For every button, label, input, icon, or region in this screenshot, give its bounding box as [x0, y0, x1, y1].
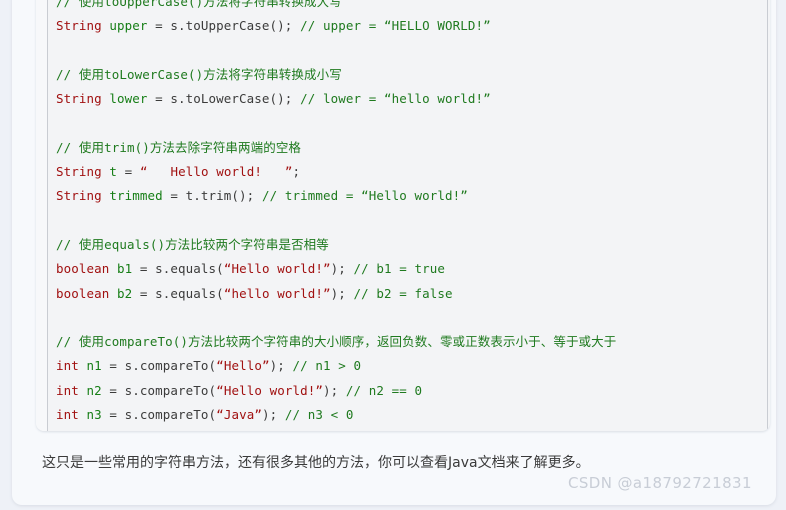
- code-token-name: upper: [109, 18, 148, 34]
- code-token-comment: // n3 < 0: [284, 407, 354, 423]
- code-token-name: n3: [86, 407, 102, 423]
- code-line: int n3 = s.compareTo(“Java”); // n3 < 0: [56, 403, 762, 427]
- code-token-plain: = s.compareTo(: [101, 358, 217, 374]
- code-line: // 使用trim()方法去除字符串两端的空格: [56, 136, 762, 160]
- code-token-comment: // 使用compareTo()方法比较两个字符串的大小顺序，返回负数、零或正数…: [56, 334, 617, 350]
- code-vertical-scrollbar[interactable]: [767, 0, 768, 431]
- code-token-plain: );: [330, 261, 354, 277]
- code-token-type: int: [56, 358, 79, 374]
- code-token-plain: = s.equals(: [132, 285, 224, 301]
- code-token-type: String: [56, 188, 102, 204]
- code-token-comment: // 使用toUpperCase()方法将字符串转换成大写: [56, 0, 342, 9]
- code-line: // 使用toUpperCase()方法将字符串转换成大写: [56, 0, 762, 14]
- article-card: // 使用toUpperCase()方法将字符串转换成大写 String uppe…: [12, 0, 776, 505]
- code-token-comment: // 使用toLowerCase()方法将字符串转换成小写: [56, 66, 342, 82]
- code-token-comment: // b2 = false: [353, 285, 453, 301]
- code-token-name: t: [109, 164, 118, 180]
- explanatory-paragraph: 这只是一些常用的字符串方法，还有很多其他的方法，你可以查看Java文档来了解更多…: [42, 455, 590, 471]
- code-line: // 使用compareTo()方法比较两个字符串的大小顺序，返回负数、零或正数…: [56, 330, 762, 354]
- csdn-watermark: CSDN @a18792721831: [568, 474, 752, 492]
- code-line: int n1 = s.compareTo(“Hello”); // n1 > 0: [56, 354, 762, 378]
- code-token-plain: = s.compareTo(: [101, 407, 217, 423]
- code-token-type: int: [56, 407, 79, 423]
- code-gutter: [36, 0, 47, 431]
- code-token-name: lower: [109, 91, 148, 107]
- code-block[interactable]: // 使用toUpperCase()方法将字符串转换成大写 String uppe…: [36, 0, 770, 431]
- code-token-string: “Java”: [216, 407, 262, 423]
- code-token-plain: = s.compareTo(: [101, 382, 217, 398]
- code-token-plain: );: [322, 382, 346, 398]
- code-line: // 使用toLowerCase()方法将字符串转换成小写: [56, 63, 762, 87]
- code-token-comment: // trimmed = “Hello world!”: [261, 188, 468, 204]
- code-token-plain: =: [117, 164, 140, 180]
- code-token-string: “Hello”: [216, 358, 270, 374]
- code-line: int n2 = s.compareTo(“Hello world!”); //…: [56, 379, 762, 403]
- code-token-comment: // 使用equals()方法比较两个字符串是否相等: [56, 236, 329, 252]
- code-gutter-divider: [47, 0, 48, 431]
- code-token-comment: // upper = “HELLO WORLD!”: [300, 18, 491, 34]
- code-token-name: b2: [117, 285, 133, 301]
- code-token-comment: // b1 = true: [353, 261, 445, 277]
- code-token-type: String: [56, 91, 102, 107]
- code-line: String upper = s.toUpperCase(); // upper…: [56, 14, 762, 38]
- code-token-name: trimmed: [109, 188, 163, 204]
- code-token-type: int: [56, 382, 79, 398]
- code-line: String trimmed = t.trim(); // trimmed = …: [56, 184, 762, 208]
- code-token-plain: = s.toUpperCase();: [147, 18, 301, 34]
- code-token-string: “Hello world!”: [216, 382, 323, 398]
- code-line: String t = “ Hello world! ”;: [56, 160, 762, 184]
- code-token-plain: );: [261, 407, 285, 423]
- code-token-plain: );: [330, 285, 354, 301]
- code-token-string: “ Hello world! ”: [139, 164, 293, 180]
- code-line: String lower = s.toLowerCase(); // lower…: [56, 87, 762, 111]
- code-token-name: n1: [86, 358, 102, 374]
- code-token-string: “hello world!”: [223, 285, 331, 301]
- code-token-plain: = t.trim();: [162, 188, 262, 204]
- code-token-string: “Hello world!”: [223, 261, 331, 277]
- page-root: // 使用toUpperCase()方法将字符串转换成大写 String uppe…: [0, 0, 786, 510]
- code-token-type: String: [56, 164, 102, 180]
- code-line: boolean b2 = s.equals(“hello world!”); /…: [56, 282, 762, 306]
- code-token-name: b1: [117, 261, 133, 277]
- code-line: boolean b1 = s.equals(“Hello world!”); /…: [56, 257, 762, 281]
- code-token-type: String: [56, 18, 102, 34]
- code-content[interactable]: // 使用toUpperCase()方法将字符串转换成大写 String uppe…: [56, 0, 762, 427]
- code-token-type: boolean: [56, 261, 110, 277]
- code-token-comment: // 使用trim()方法去除字符串两端的空格: [56, 139, 302, 155]
- code-token-plain: ;: [292, 164, 301, 180]
- code-token-comment: // lower = “hello world!”: [300, 91, 491, 107]
- code-token-comment: // n1 > 0: [292, 358, 362, 374]
- code-token-type: boolean: [56, 285, 110, 301]
- code-token-name: n2: [86, 382, 102, 398]
- code-token-comment: // n2 == 0: [345, 382, 423, 398]
- code-token-plain: = s.equals(: [132, 261, 224, 277]
- code-token-plain: );: [269, 358, 293, 374]
- code-line: // 使用equals()方法比较两个字符串是否相等: [56, 233, 762, 257]
- code-token-plain: = s.toLowerCase();: [147, 91, 301, 107]
